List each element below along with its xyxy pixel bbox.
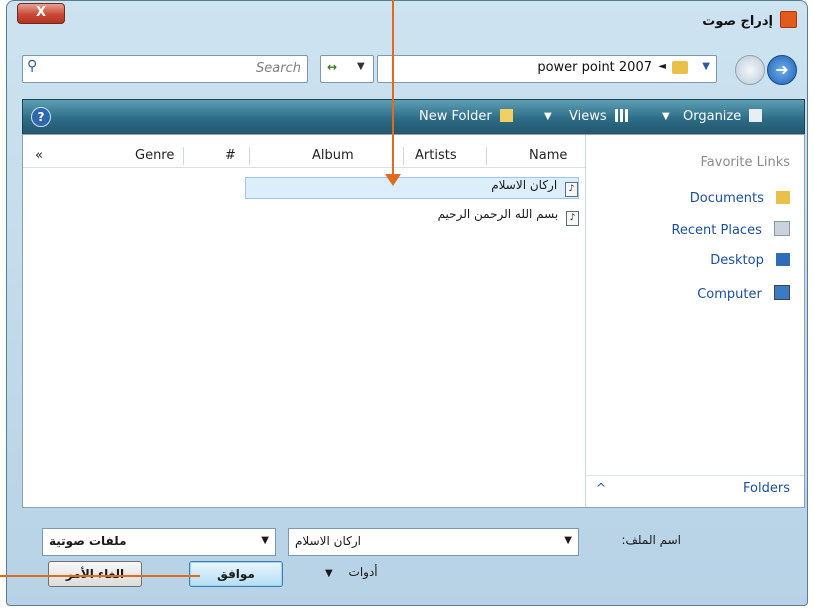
back-button[interactable]	[735, 55, 765, 85]
command-bar: ? New Folder ▼ Views ▼ Organize	[22, 99, 805, 135]
breadcrumb-arrow-icon[interactable]: ◄	[658, 61, 666, 72]
filename-label: اسم الملف:	[621, 533, 681, 547]
favorite-label: Documents	[689, 191, 764, 206]
list-item[interactable]: ♪ بسم الله الرحمن الرحيم	[247, 207, 579, 227]
chevron-up-icon[interactable]: ^	[596, 481, 606, 495]
column-number[interactable]: #	[225, 148, 236, 163]
annotation-arrowhead	[385, 174, 401, 186]
organize-button[interactable]: Organize	[683, 109, 763, 124]
collapse-columns-icon[interactable]: «	[35, 148, 43, 163]
folders-toggle[interactable]: ^ Folders	[586, 475, 804, 502]
column-divider[interactable]	[183, 147, 184, 165]
insert-sound-dialog: X إدراج صوت ⚲ Search ↔ ▼ power point 200…	[6, 0, 808, 606]
favorite-recent-places[interactable]: Recent Places	[671, 221, 790, 238]
column-header: « Genre # Album Artists Name	[23, 145, 585, 168]
search-input[interactable]: ⚲ Search	[22, 55, 308, 83]
new-folder-icon	[499, 109, 513, 122]
favorite-computer[interactable]: Computer	[697, 285, 790, 302]
column-album[interactable]: Album	[312, 148, 354, 163]
views-button[interactable]: Views	[569, 109, 628, 124]
history-dropdown-icon[interactable]: ▼	[357, 61, 365, 72]
favorite-label: Desktop	[710, 253, 764, 268]
filename-dropdown-icon[interactable]: ▼	[564, 535, 572, 546]
dialog-footer: اسم الملف: ▼ اركان الاسلام ▼ ملفات صوتية…	[7, 506, 807, 605]
views-icon	[614, 109, 628, 122]
navigation-pane: Favorite Links Documents Recent Places D…	[586, 135, 804, 507]
folders-label: Folders	[743, 481, 790, 496]
tools-menu[interactable]: أدوات ▼	[325, 565, 378, 579]
filetype-dropdown-icon[interactable]: ▼	[261, 535, 269, 546]
new-folder-label: New Folder	[419, 109, 492, 124]
views-label: Views	[569, 109, 607, 124]
column-name[interactable]: Name	[529, 148, 567, 163]
file-name: اركان الاسلام	[491, 178, 558, 192]
help-icon[interactable]: ?	[31, 107, 51, 127]
folder-icon	[672, 61, 688, 74]
filetype-value: ملفات صوتية	[49, 534, 127, 548]
favorite-links-heading: Favorite Links	[700, 155, 790, 170]
address-text: power point 2007	[537, 60, 652, 75]
tools-dropdown-icon: ▼	[325, 568, 333, 579]
organize-label: Organize	[683, 109, 742, 124]
recent-places-icon	[774, 221, 790, 236]
filetype-select[interactable]: ▼ ملفات صوتية	[42, 528, 276, 556]
forward-button[interactable]: ➜	[767, 55, 797, 85]
column-divider[interactable]	[403, 147, 404, 165]
cancel-button[interactable]: الغاء الأمر	[48, 561, 142, 587]
tools-label: أدوات	[348, 565, 378, 579]
file-list: « Genre # Album Artists Name ♪ اركان الا…	[23, 135, 586, 507]
recent-nav-buttons[interactable]: ↔ ▼	[320, 55, 374, 83]
window-title: إدراج صوت	[702, 14, 773, 29]
audio-file-icon: ♪	[565, 182, 578, 197]
file-name: بسم الله الرحمن الرحيم	[437, 207, 559, 221]
column-artists[interactable]: Artists	[415, 148, 457, 163]
filename-field[interactable]: ▼ اركان الاسلام	[288, 528, 579, 556]
browser-pane: « Genre # Album Artists Name ♪ اركان الا…	[22, 134, 805, 508]
close-button[interactable]: X	[17, 3, 65, 24]
column-divider[interactable]	[486, 147, 487, 165]
list-item[interactable]: ♪ اركان الاسلام	[245, 177, 579, 199]
filename-value: اركان الاسلام	[295, 534, 361, 548]
favorite-documents[interactable]: Documents	[690, 191, 790, 206]
search-icon: ⚲	[27, 58, 38, 74]
column-divider[interactable]	[249, 147, 250, 165]
refresh-icon[interactable]: ↔	[327, 60, 337, 74]
views-arrow-icon[interactable]: ▼	[544, 111, 552, 122]
annotation-pointer-line	[0, 575, 200, 577]
address-bar[interactable]: power point 2007 ◄ ▼	[377, 55, 717, 83]
favorite-label: Computer	[697, 287, 762, 302]
column-genre[interactable]: Genre	[135, 148, 174, 163]
favorite-label: Recent Places	[671, 223, 762, 238]
favorite-desktop[interactable]: Desktop	[710, 253, 790, 268]
organize-arrow-icon[interactable]: ▼	[662, 111, 670, 122]
documents-folder-icon	[776, 191, 790, 204]
audio-file-icon: ♪	[566, 211, 579, 226]
desktop-icon	[776, 253, 790, 266]
chevron-down-icon[interactable]: ▼	[702, 61, 710, 72]
new-folder-button[interactable]: New Folder	[419, 109, 513, 124]
search-placeholder: Search	[256, 61, 301, 76]
sound-app-icon	[780, 11, 797, 28]
annotation-arrow-line	[392, 0, 394, 176]
ok-button[interactable]: موافق	[189, 561, 283, 587]
organize-icon	[749, 109, 763, 122]
computer-icon	[774, 285, 790, 300]
